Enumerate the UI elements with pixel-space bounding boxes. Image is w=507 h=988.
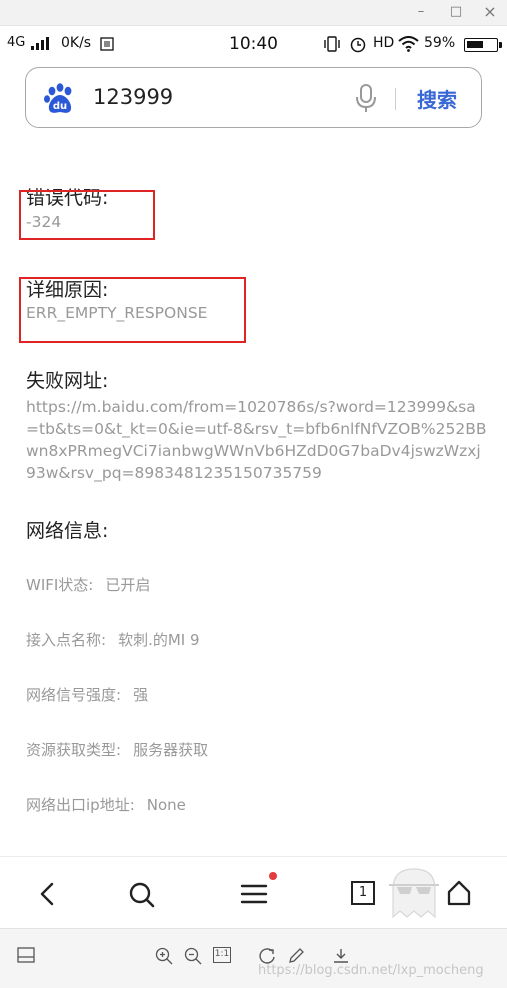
vibrate-icon [324,36,340,52]
battery-percent: 59% [424,35,456,51]
storage-icon [100,37,114,51]
battery-icon [464,38,502,52]
zoom-in-icon[interactable] [155,947,173,965]
layout-icon[interactable] [17,947,35,963]
logo-text: du [53,101,67,112]
microphone-icon[interactable] [353,83,379,113]
baidu-paw-logo-icon: du [44,83,72,113]
alarm-icon [350,37,366,53]
failed-url-label: 失败网址: [26,370,109,392]
emulator-title-bar: – □ × [0,0,507,26]
tabs-button[interactable]: 1 [351,881,375,905]
signal-icon [31,37,49,50]
network-info-row-access-point: 接入点名称: 软刺.的MI 9 [26,631,200,649]
home-icon[interactable] [446,879,472,907]
network-speed: 0K/s [61,35,92,51]
network-info-title: 网络信息: [26,520,109,542]
network-type: 4G [7,35,26,50]
bottom-navigation: 1 [0,856,507,928]
network-info-row-exit-ip: 网络出口ip地址: None [26,796,186,814]
search-query[interactable]: 123999 [93,85,173,109]
minimize-button[interactable]: – [411,3,431,21]
highlight-box-error-code [19,190,155,240]
highlight-box-error-reason [19,277,246,343]
emulator-toolbar: 1:1 https://blog.csdn.net/lxp_mocheng [0,928,507,988]
network-info-row-wifi: WIFI状态: 已开启 [26,576,151,594]
ghost-mascot-icon [389,868,439,919]
hd-indicator: HD [373,35,395,51]
wifi-icon [398,36,419,52]
failed-url-value: https://m.baidu.com/from=1020786s/s?word… [26,398,487,482]
menu-icon[interactable] [240,883,268,905]
back-icon[interactable] [36,881,58,907]
close-button[interactable]: × [480,3,500,21]
actual-size-button[interactable]: 1:1 [213,947,231,963]
network-info-row-source: 资源获取类型: 服务器获取 [26,741,209,759]
notification-dot [269,872,277,880]
zoom-out-icon[interactable] [184,947,202,965]
search-box[interactable]: du 123999 搜索 [25,67,482,128]
maximize-button[interactable]: □ [446,3,466,21]
search-button[interactable]: 搜索 [417,84,457,113]
search-icon[interactable] [128,881,156,909]
watermark-text: https://blog.csdn.net/lxp_mocheng [258,963,484,978]
clock: 10:40 [229,34,278,54]
search-divider [395,88,396,110]
network-info-row-signal: 网络信号强度: 强 [26,686,149,704]
status-bar: 4G 0K/s 10:40 HD 59% [0,26,507,62]
